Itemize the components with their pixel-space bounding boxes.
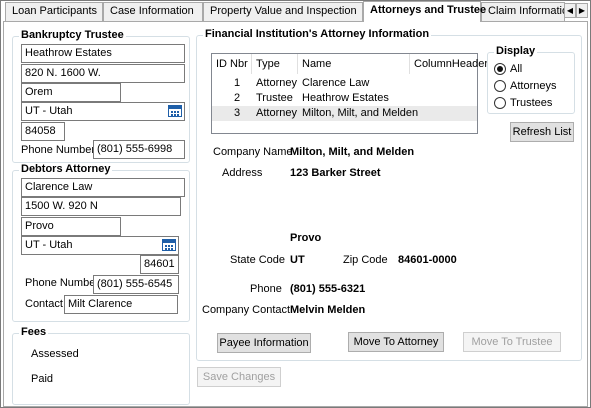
grid-header-type[interactable]: Type <box>252 54 298 74</box>
trustee-state-field[interactable]: UT - Utah <box>21 102 185 121</box>
address-value: 123 Barker Street <box>290 167 381 179</box>
state-code-value: UT <box>290 254 305 266</box>
state-lookup-icon[interactable] <box>168 105 182 117</box>
company-contact-value: Melvin Melden <box>290 304 366 316</box>
attorney-name-field[interactable]: Clarence Law <box>21 178 185 197</box>
fi-attorney-group: Financial Institution's Attorney Informa… <box>196 28 582 361</box>
trustee-city-field[interactable]: Orem <box>21 83 121 102</box>
radio-attorneys-label[interactable]: Attorneys <box>510 80 556 92</box>
phone-label: Phone <box>250 283 282 295</box>
trustee-zip-field[interactable]: 84058 <box>21 122 65 141</box>
row-name: Clarence Law <box>302 77 370 89</box>
trustee-phone-field[interactable]: (801) 555-6998 <box>93 140 185 159</box>
radio-all-label[interactable]: All <box>510 63 522 75</box>
radio-attorneys[interactable] <box>494 80 506 92</box>
fees-title: Fees <box>19 326 49 338</box>
attorney-city-field[interactable]: Provo <box>21 217 121 236</box>
trustee-name-field[interactable]: Heathrow Estates <box>21 44 185 63</box>
zip-code-label: Zip Code <box>343 254 388 266</box>
tab-content: Bankruptcy Trustee Heathrow Estates 820 … <box>3 21 588 407</box>
refresh-list-button[interactable]: Refresh List <box>510 122 574 142</box>
state-lookup-icon[interactable] <box>162 239 176 251</box>
city-value: Provo <box>290 232 322 244</box>
row-type: Attorney <box>256 77 297 89</box>
display-title: Display <box>494 45 538 57</box>
attorney-phone-label: Phone Number <box>25 277 99 289</box>
debtors-attorney-title: Debtors Attorney <box>19 163 113 175</box>
bankruptcy-trustee-title: Bankruptcy Trustee <box>19 29 126 41</box>
company-name-label: Company Name <box>213 146 293 158</box>
payee-information-button[interactable]: Payee Information <box>217 333 311 353</box>
state-code-label: State Code <box>230 254 286 266</box>
tab-claim-information[interactable]: Claim Information <box>481 2 565 21</box>
attorney-address-field[interactable]: 1500 W. 920 N <box>21 197 181 216</box>
row-name: Milton, Milt, and Melden <box>302 107 419 119</box>
table-row[interactable]: 3 Attorney Milton, Milt, and Melden <box>212 106 477 121</box>
trustee-phone-label: Phone Number <box>21 144 95 156</box>
attorney-contact-label: Contact <box>25 298 63 310</box>
attorney-phone-field[interactable]: (801) 555-6545 <box>93 275 179 294</box>
display-group: Display All Attorneys Trustees <box>487 45 575 114</box>
grid-header-column[interactable]: ColumnHeader <box>410 54 488 74</box>
company-name-value: Milton, Milt, and Melden <box>290 146 415 158</box>
attorney-state-field[interactable]: UT - Utah <box>21 236 179 255</box>
table-row[interactable]: 2 Trustee Heathrow Estates <box>212 91 477 106</box>
row-name: Heathrow Estates <box>302 92 389 104</box>
company-contact-label: Company Contact <box>202 304 291 316</box>
row-type: Attorney <box>256 107 297 119</box>
save-changes-button[interactable]: Save Changes <box>197 367 281 387</box>
tab-case-information[interactable]: Case Information <box>103 2 203 21</box>
debtors-attorney-group: Debtors Attorney Clarence Law 1500 W. 92… <box>12 163 190 322</box>
tab-attorneys-trustee[interactable]: Attorneys and Trustee <box>363 1 486 22</box>
chevron-left-icon[interactable]: ◀ <box>564 3 576 18</box>
grid-header-name[interactable]: Name <box>298 54 410 74</box>
row-type: Trustee <box>256 92 293 104</box>
tab-bar: Loan Participants Case Information Prope… <box>3 1 590 22</box>
row-id: 1 <box>234 77 241 89</box>
row-id: 3 <box>234 107 241 119</box>
address-label: Address <box>222 167 263 179</box>
attorney-contact-field[interactable]: Milt Clarence <box>64 295 178 314</box>
window: Loan Participants Case Information Prope… <box>0 0 591 408</box>
radio-trustees-label[interactable]: Trustees <box>510 97 552 109</box>
fees-paid-label: Paid <box>31 373 54 385</box>
chevron-right-icon[interactable]: ▶ <box>576 3 588 18</box>
phone-value: (801) 555-6321 <box>290 283 366 295</box>
row-id: 2 <box>234 92 241 104</box>
fees-group: Fees Assessed Paid <box>12 326 190 405</box>
move-to-trustee-button[interactable]: Move To Trustee <box>463 332 561 352</box>
bankruptcy-trustee-group: Bankruptcy Trustee Heathrow Estates 820 … <box>12 29 190 163</box>
table-row[interactable]: 1 Attorney Clarence Law <box>212 76 477 91</box>
attorney-grid[interactable]: ID Nbr Type Name ColumnHeader 1 Attorney… <box>211 53 488 134</box>
radio-all[interactable] <box>494 63 506 75</box>
tab-property-value[interactable]: Property Value and Inspection <box>203 2 363 21</box>
attorney-zip-field[interactable]: 84601 <box>140 255 179 274</box>
radio-trustees[interactable] <box>494 97 506 109</box>
zip-code-value: 84601-0000 <box>398 254 457 266</box>
fees-assessed-label: Assessed <box>31 348 79 360</box>
move-to-attorney-button[interactable]: Move To Attorney <box>348 332 444 352</box>
grid-header-id[interactable]: ID Nbr <box>212 54 252 74</box>
trustee-address-field[interactable]: 820 N. 1600 W. <box>21 64 185 83</box>
fi-attorney-title: Financial Institution's Attorney Informa… <box>203 28 432 40</box>
tab-loan-participants[interactable]: Loan Participants <box>5 2 103 21</box>
